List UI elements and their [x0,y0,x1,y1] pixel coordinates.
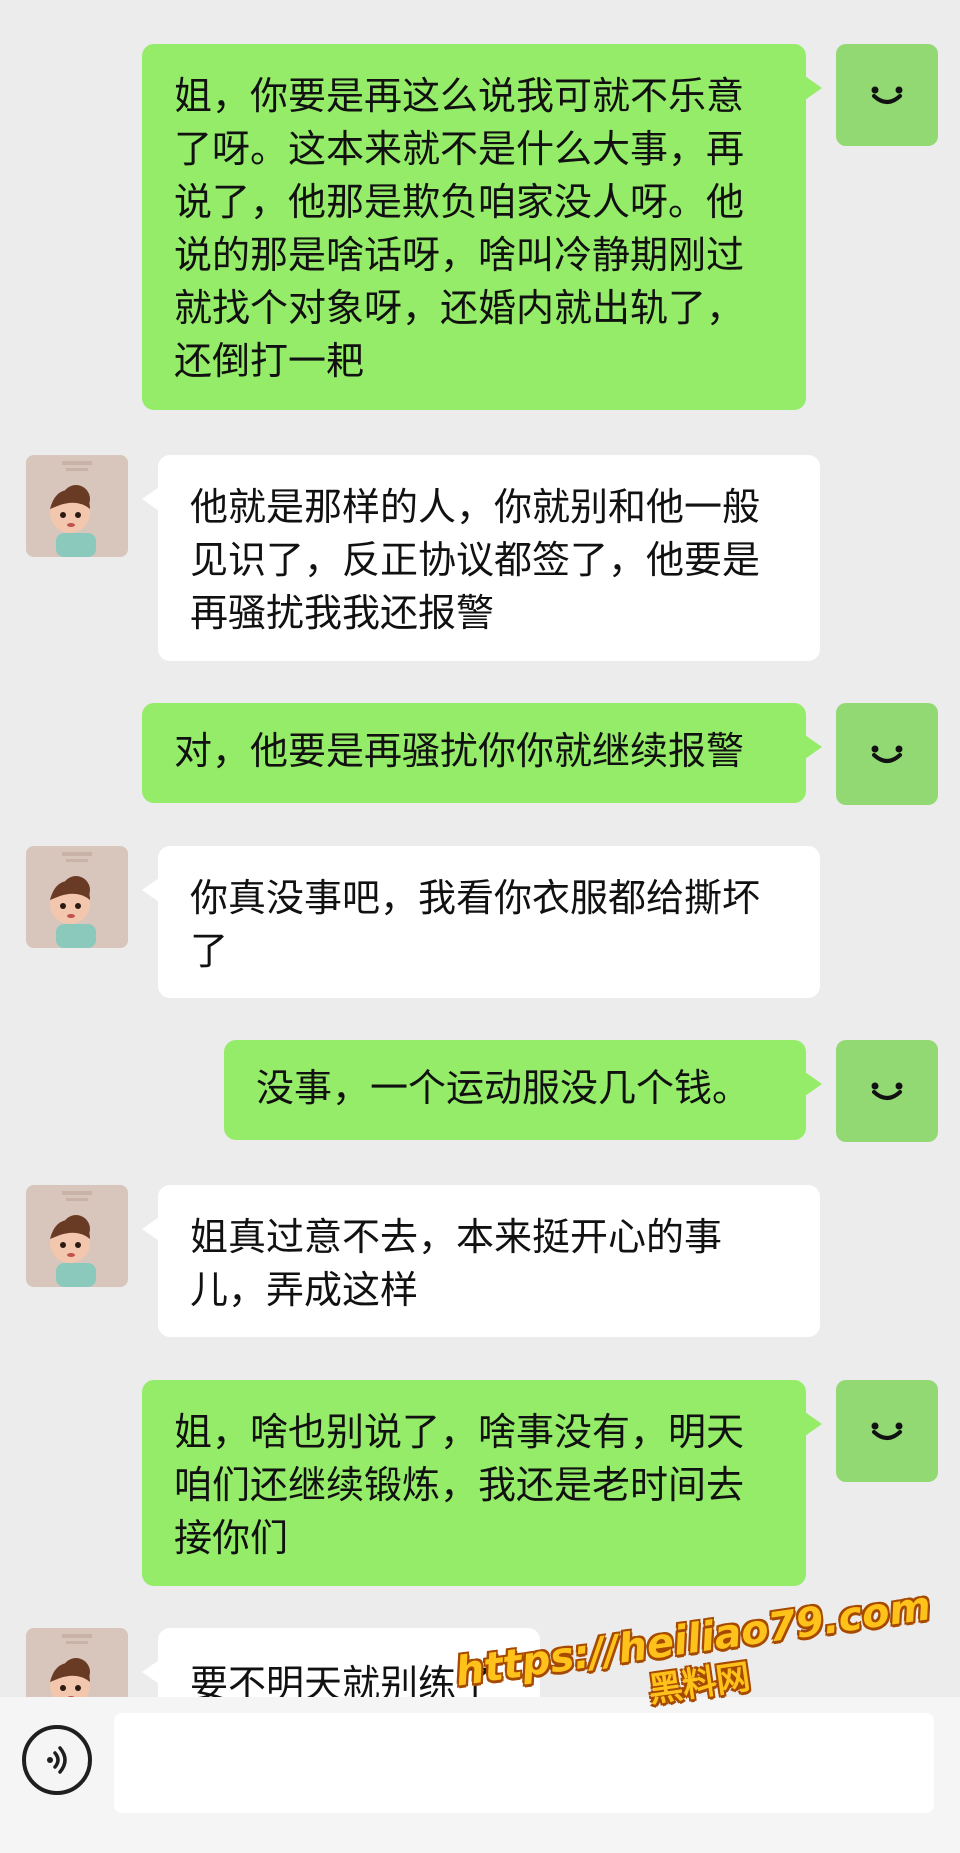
message-bubble-sent[interactable]: 没事，一个运动服没几个钱。 [224,1040,822,1140]
my-avatar[interactable] [836,1040,938,1142]
smile-icon [871,1422,903,1440]
cartoon-girl-avatar-icon [26,455,128,557]
message-bubble-received[interactable]: 他就是那样的人，你就别和他一般 见识了，反正协议都签了，他要是 再骚扰我我还报警 [142,455,820,661]
cartoon-girl-avatar-icon [26,1185,128,1287]
voice-icon [47,1746,67,1774]
message-bubble-sent[interactable]: 姐，你要是再这么说我可就不乐意 了呀。这本来就不是什么大事，再 说了，他那是欺负… [142,44,822,410]
cartoon-girl-avatar-icon [26,846,128,948]
smile-icon [871,745,903,763]
smile-icon [871,1082,903,1100]
chat-window[interactable]: 姐，你要是再这么说我可就不乐意 了呀。这本来就不是什么大事，再 说了，他那是欺负… [0,0,960,1853]
message-bubble-sent[interactable]: 对，他要是再骚扰你你就继续报警 [142,703,822,803]
my-avatar[interactable] [836,44,938,146]
contact-avatar[interactable] [26,846,128,948]
voice-input-button[interactable] [22,1725,92,1795]
my-avatar[interactable] [836,1380,938,1482]
contact-avatar[interactable] [26,1185,128,1287]
message-bubble-received[interactable]: 你真没事吧，我看你衣服都给撕坏 了 [142,846,820,998]
message-bubble-sent[interactable]: 姐，啥也别说了，啥事没有，明天 咱们还继续锻炼，我还是老时间去 接你们 [142,1380,822,1586]
message-bubble-received[interactable]: 姐真过意不去，本来挺开心的事 儿，弄成这样 [142,1185,820,1337]
smile-icon [871,86,903,104]
contact-avatar[interactable] [26,455,128,557]
my-avatar[interactable] [836,703,938,805]
